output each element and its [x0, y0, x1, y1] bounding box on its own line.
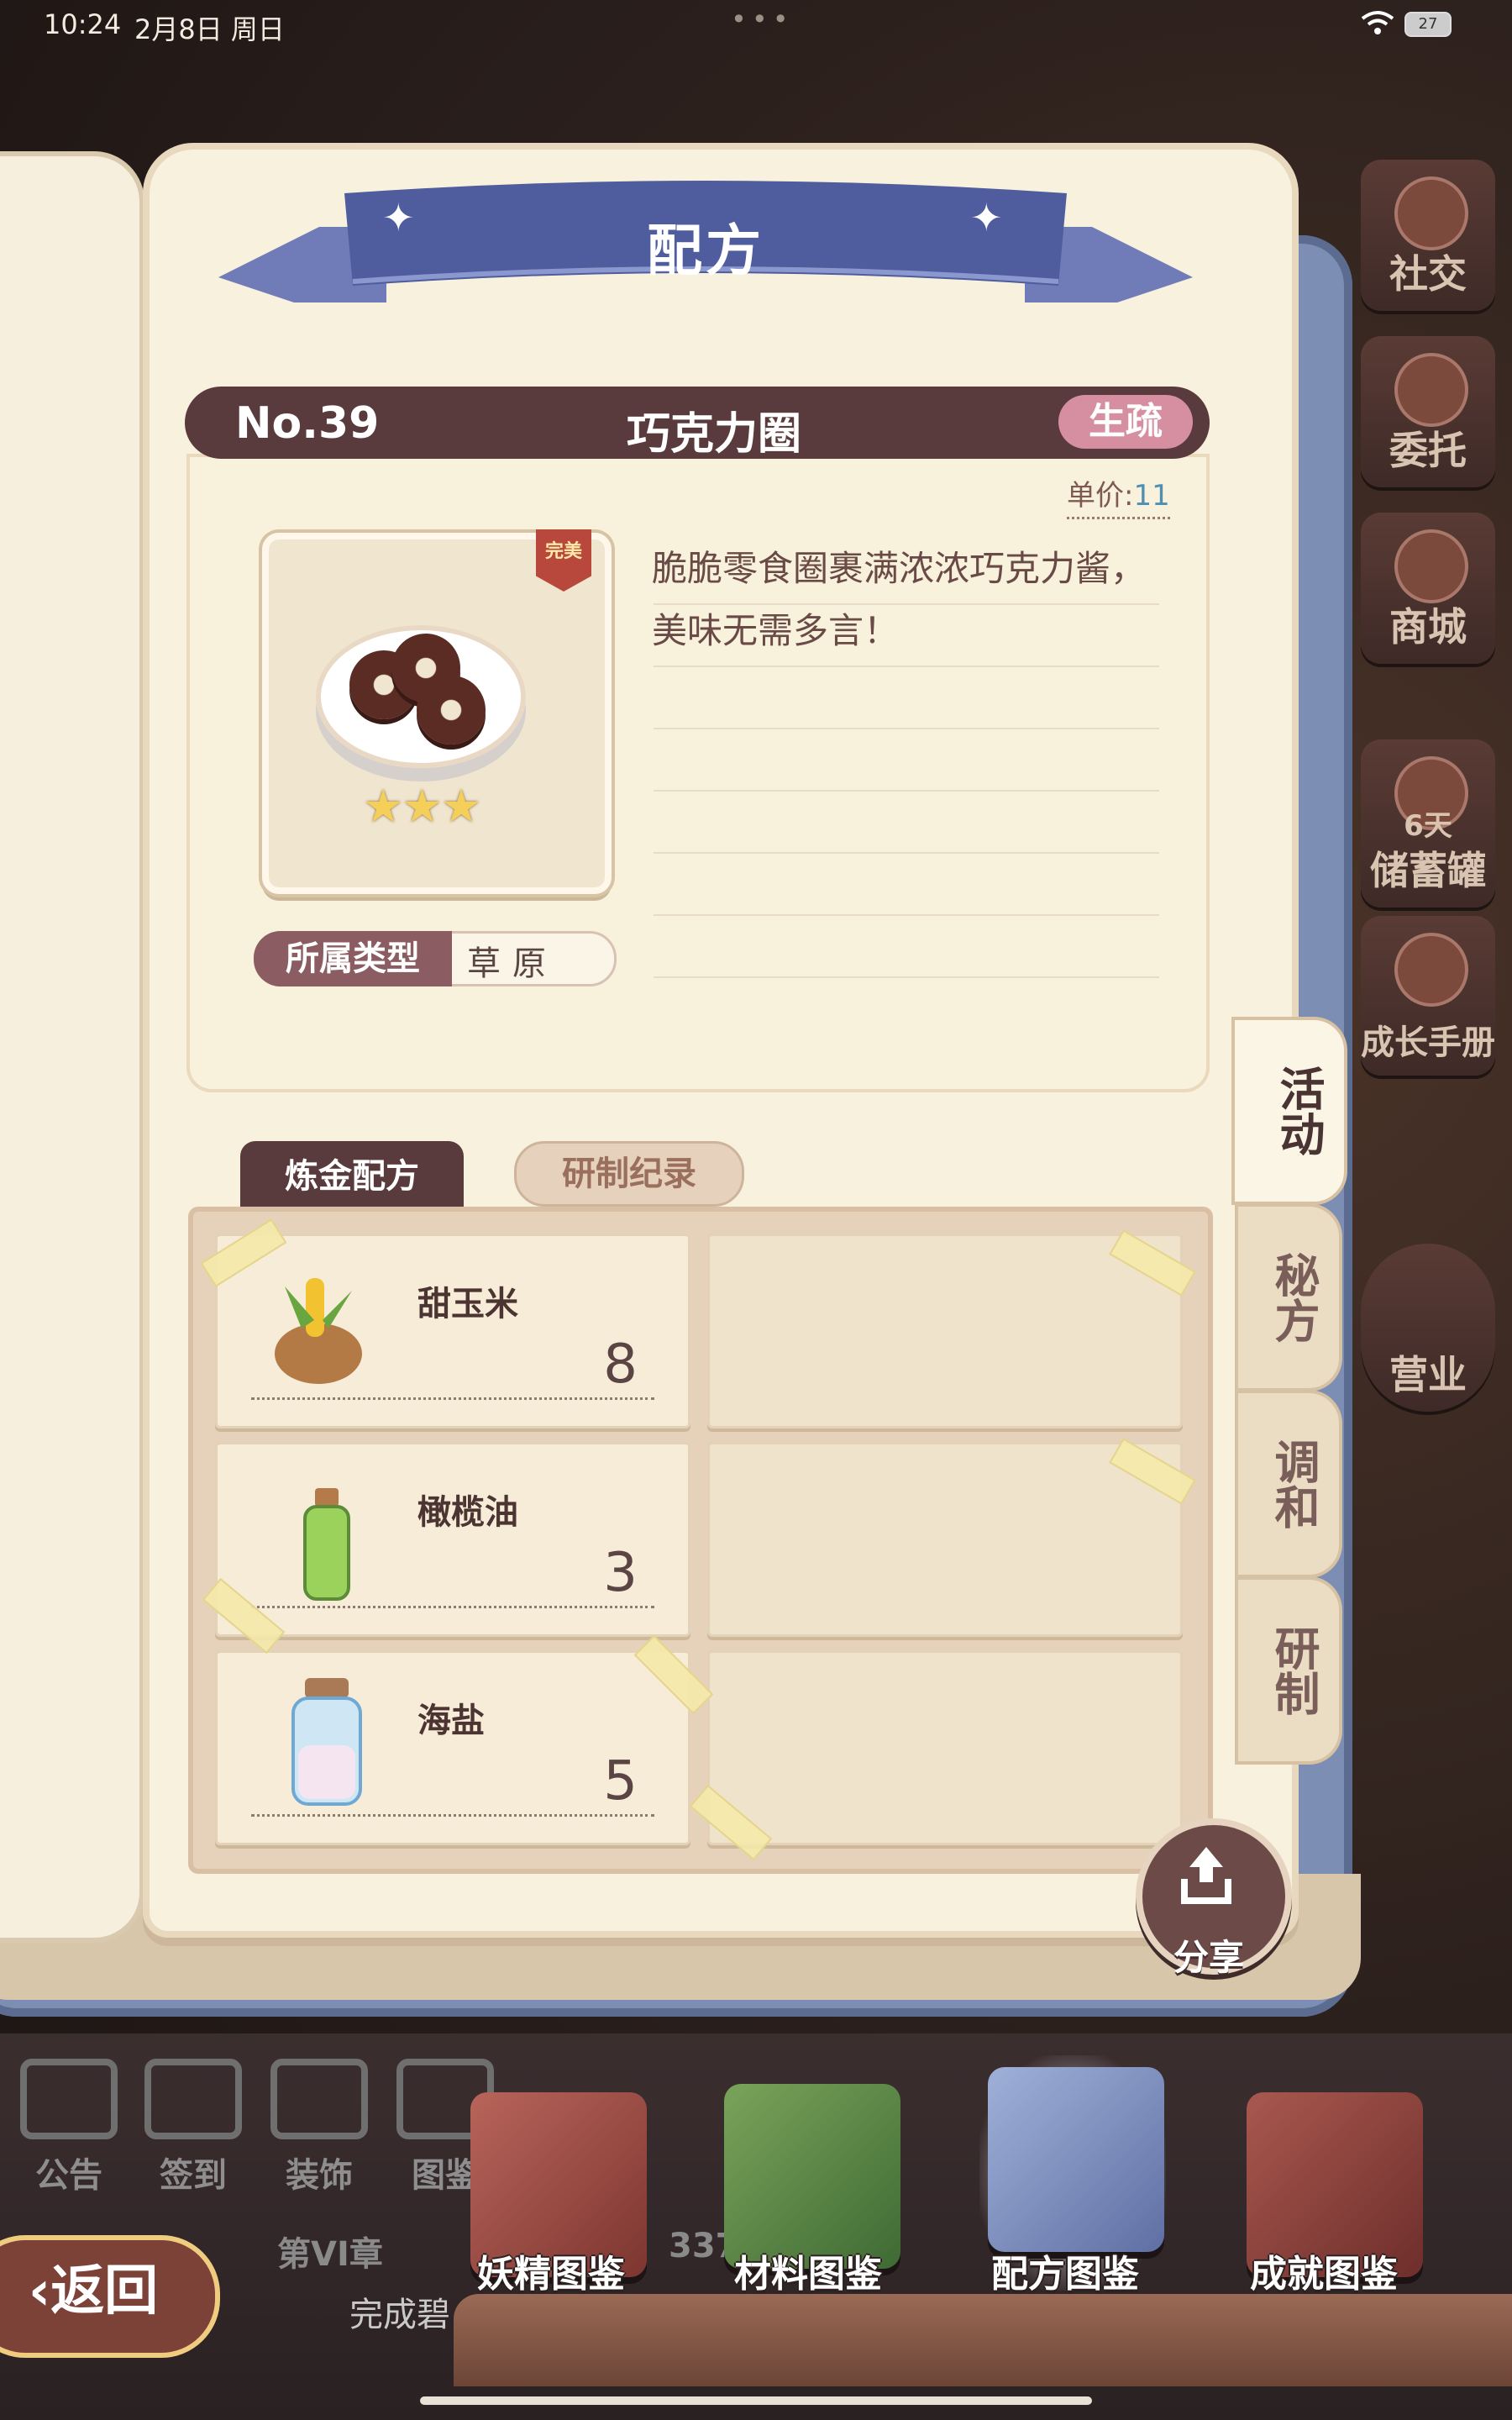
- page-title: 配方: [647, 218, 764, 283]
- side-menu-label: 储蓄罐: [1370, 848, 1486, 893]
- material-codex-book-icon[interactable]: [724, 2084, 900, 2269]
- side-tab-research[interactable]: 研制: [1235, 1576, 1342, 1765]
- status-time: 10:24: [44, 8, 122, 40]
- ingredient-quantity: 5: [603, 1750, 638, 1812]
- status-date: 2月8日 周日: [134, 13, 285, 45]
- side-menu-growth-book[interactable]: 成长手册: [1361, 916, 1495, 1076]
- empty-ingredient-slot: [707, 1442, 1183, 1637]
- category-achievement-codex[interactable]: 成就图鉴: [1215, 2244, 1433, 2297]
- corn-sack-icon: [275, 1278, 362, 1384]
- sparkle-icon: ✦: [382, 195, 415, 240]
- side-tab-blend[interactable]: 调和: [1235, 1390, 1342, 1578]
- back-button[interactable]: ‹返回: [0, 2235, 220, 2358]
- empty-ingredient-slot: [707, 1234, 1183, 1428]
- battery-icon: 27: [1404, 12, 1452, 37]
- ruled-line: [654, 728, 1159, 729]
- side-menu-sub-label: 6天: [1404, 809, 1452, 843]
- home-indicator[interactable]: [420, 2396, 1092, 2405]
- book-left-page: [0, 151, 144, 1943]
- ruled-line: [654, 666, 1159, 667]
- social-icon: [1394, 176, 1468, 250]
- type-label: 所属类型: [254, 931, 452, 986]
- side-menu-label: 委托: [1389, 428, 1467, 473]
- side-tab-secret-recipe[interactable]: 秘方: [1235, 1203, 1342, 1392]
- category-shelf: [454, 2294, 1512, 2386]
- mini-button-label: 装饰: [286, 2156, 353, 2195]
- ingredient-quantity: 8: [603, 1334, 638, 1396]
- check-in-button[interactable]: 签到: [143, 2059, 244, 2196]
- unit-price: 单价:11: [1067, 472, 1170, 519]
- price-label: 单价:: [1067, 479, 1134, 513]
- share-label: 分享: [1173, 1937, 1244, 1978]
- side-menu-commission[interactable]: 委托: [1361, 336, 1495, 487]
- donut-icon: [417, 676, 486, 744]
- check-in-icon: [144, 2059, 242, 2139]
- back-label: 返回: [50, 2260, 159, 2323]
- olive-oil-bottle-icon: [303, 1488, 350, 1601]
- mini-button-label: 签到: [160, 2156, 227, 2195]
- side-menu-label: 成长手册: [1361, 1023, 1495, 1062]
- side-menu-shop[interactable]: 商城: [1361, 513, 1495, 664]
- chapter-label: 第VI章: [277, 2235, 383, 2274]
- side-menu-business[interactable]: 营业: [1361, 1244, 1495, 1412]
- ingredient-slot[interactable]: 海盐 5: [215, 1650, 690, 1845]
- dotted-divider: [251, 1606, 654, 1608]
- ingredient-name: 海盐: [417, 1702, 485, 1740]
- ingredient-slot[interactable]: 甜玉米 8: [215, 1234, 690, 1428]
- recipe-name: 巧克力圈: [626, 409, 801, 460]
- price-value: 11: [1133, 479, 1170, 513]
- wifi-icon: [1361, 11, 1394, 34]
- ruled-line: [654, 852, 1159, 854]
- tab-alchemy-formula[interactable]: 炼金配方: [240, 1141, 464, 1212]
- commission-icon: [1394, 353, 1468, 427]
- growth-book-icon: [1394, 933, 1468, 1007]
- decoration-icon: [270, 2059, 368, 2139]
- category-fairy-codex[interactable]: 妖精图鉴: [442, 2244, 660, 2297]
- sparkle-icon: ✦: [970, 195, 1003, 240]
- side-menu-label: 营业: [1389, 1352, 1467, 1397]
- mini-button-label: 公告: [35, 2156, 102, 2195]
- recipe-header: No.39 巧克力圈 生疏: [185, 387, 1210, 460]
- ingredient-quantity: 3: [603, 1542, 638, 1604]
- tab-research-record[interactable]: 研制纪录: [514, 1141, 744, 1207]
- announcement-button[interactable]: 公告: [18, 2059, 119, 2196]
- side-menu-label: 社交: [1389, 251, 1467, 297]
- ruled-line: [654, 976, 1159, 978]
- star-rating: ★★★: [363, 780, 481, 833]
- multitask-dots-icon[interactable]: •••: [731, 3, 794, 35]
- description-line: 美味无需多言！: [652, 610, 900, 651]
- status-bar: 10:24 2月8日 周日 ••• 27: [0, 0, 1512, 50]
- description-line: 脆脆零食圈裹满浓浓巧克力酱，: [652, 548, 1147, 589]
- dotted-divider: [251, 1397, 654, 1400]
- ingredient-name: 橄榄油: [417, 1493, 518, 1532]
- recipe-description: 脆脆零食圈裹满浓浓巧克力酱， 美味无需多言！: [652, 538, 1161, 662]
- side-tab-activity[interactable]: 活动: [1231, 1017, 1347, 1205]
- side-menu-social[interactable]: 社交: [1361, 160, 1495, 311]
- ruled-line: [654, 914, 1159, 916]
- ingredient-name: 甜玉米: [417, 1285, 518, 1323]
- decoration-button[interactable]: 装饰: [269, 2059, 370, 2196]
- empty-ingredient-slot: [707, 1650, 1183, 1845]
- sea-salt-jar-icon: [291, 1678, 362, 1806]
- ruled-line: [654, 790, 1159, 792]
- type-value: 草原: [467, 944, 558, 983]
- recipe-number: No.39: [235, 398, 380, 449]
- share-icon: [1181, 1847, 1231, 1904]
- side-menu-label: 商城: [1389, 604, 1467, 650]
- chocolate-donut-plate-icon: [316, 625, 526, 768]
- announcement-icon: [20, 2059, 118, 2139]
- ruled-line: [654, 603, 1159, 605]
- category-material-codex[interactable]: 材料图鉴: [699, 2244, 917, 2297]
- recipe-codex-book-icon[interactable]: [988, 2067, 1164, 2252]
- completion-text: 完成碧: [349, 2296, 450, 2334]
- category-recipe-codex[interactable]: 配方图鉴: [956, 2244, 1174, 2297]
- proficiency-badge: 生疏: [1058, 395, 1193, 449]
- chevron-left-icon: ‹: [28, 2260, 51, 2323]
- shop-icon: [1394, 529, 1468, 603]
- dotted-divider: [251, 1814, 654, 1817]
- side-menu-piggy-bank[interactable]: 6天 储蓄罐: [1361, 739, 1495, 908]
- ingredient-slot[interactable]: 橄榄油 3: [215, 1442, 690, 1637]
